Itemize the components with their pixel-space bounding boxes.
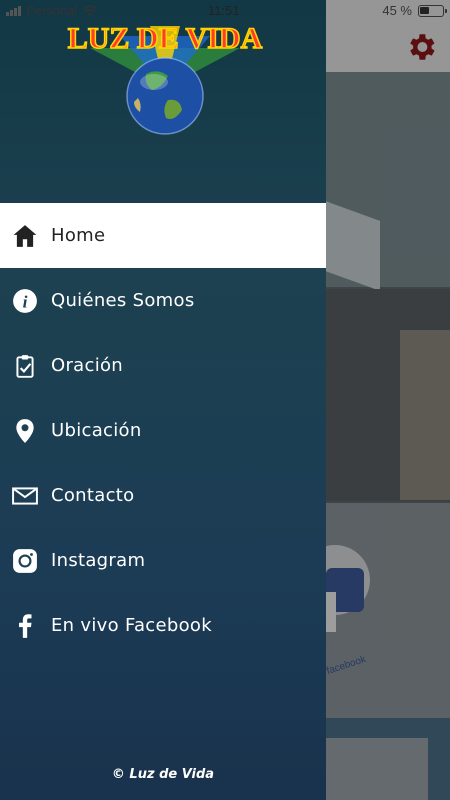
location-pin-icon bbox=[12, 418, 38, 444]
battery-percent: 45 % bbox=[382, 3, 412, 18]
drawer-header: LUZ DE VIDA bbox=[0, 0, 326, 202]
envelope-icon bbox=[12, 483, 38, 509]
menu-item-en-vivo-facebook[interactable]: En vivo Facebook bbox=[0, 593, 326, 658]
status-left: Personal bbox=[6, 3, 98, 18]
drawer-menu: Home i Quiénes Somos Oración Ubicación C… bbox=[0, 203, 326, 658]
home-icon bbox=[12, 223, 38, 249]
menu-label: Instagram bbox=[51, 550, 146, 571]
menu-item-ubicacion[interactable]: Ubicación bbox=[0, 398, 326, 463]
svg-text:i: i bbox=[23, 292, 28, 311]
menu-item-oracion[interactable]: Oración bbox=[0, 333, 326, 398]
navigation-drawer: LUZ DE VIDA Home i Quiénes Somos Oración… bbox=[0, 0, 326, 800]
status-right: 45 % bbox=[382, 3, 447, 18]
menu-item-quienes-somos[interactable]: i Quiénes Somos bbox=[0, 268, 326, 333]
menu-label: En vivo Facebook bbox=[51, 615, 212, 636]
battery-icon bbox=[418, 4, 447, 17]
wifi-icon bbox=[82, 4, 98, 16]
menu-label: Contacto bbox=[51, 485, 135, 506]
carrier-label: Personal bbox=[26, 3, 78, 18]
status-bar: Personal 11:51 45 % bbox=[0, 0, 450, 22]
menu-label: Ubicación bbox=[51, 420, 142, 441]
menu-label: Quiénes Somos bbox=[51, 290, 195, 311]
luz-de-vida-logo: LUZ DE VIDA bbox=[67, 21, 263, 135]
signal-icon bbox=[6, 5, 21, 16]
clipboard-check-icon bbox=[12, 353, 38, 379]
drawer-scrim[interactable] bbox=[326, 0, 450, 800]
battery-level bbox=[420, 6, 429, 14]
menu-item-instagram[interactable]: Instagram bbox=[0, 528, 326, 593]
instagram-icon bbox=[12, 548, 38, 574]
drawer-footer: © Luz de Vida bbox=[111, 767, 215, 782]
svg-text:LUZ DE VIDA: LUZ DE VIDA bbox=[68, 22, 263, 55]
info-icon: i bbox=[12, 288, 38, 314]
menu-label: Home bbox=[51, 225, 106, 246]
facebook-icon bbox=[12, 613, 38, 639]
menu-item-contacto[interactable]: Contacto bbox=[0, 463, 326, 528]
menu-item-home[interactable]: Home bbox=[0, 203, 326, 268]
status-time: 11:51 bbox=[208, 3, 240, 18]
menu-label: Oración bbox=[51, 355, 124, 376]
